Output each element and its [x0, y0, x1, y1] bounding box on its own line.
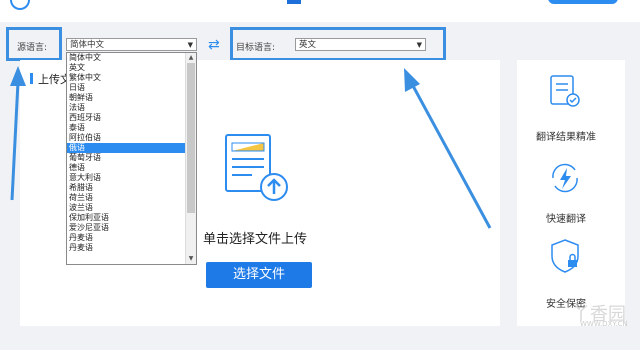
- source-arrow-head: [10, 66, 26, 86]
- annotation-arrows: [10, 66, 492, 229]
- target-arrow-head: [404, 68, 420, 92]
- target-arrow-line: [410, 83, 492, 229]
- source-arrow-line: [10, 81, 20, 201]
